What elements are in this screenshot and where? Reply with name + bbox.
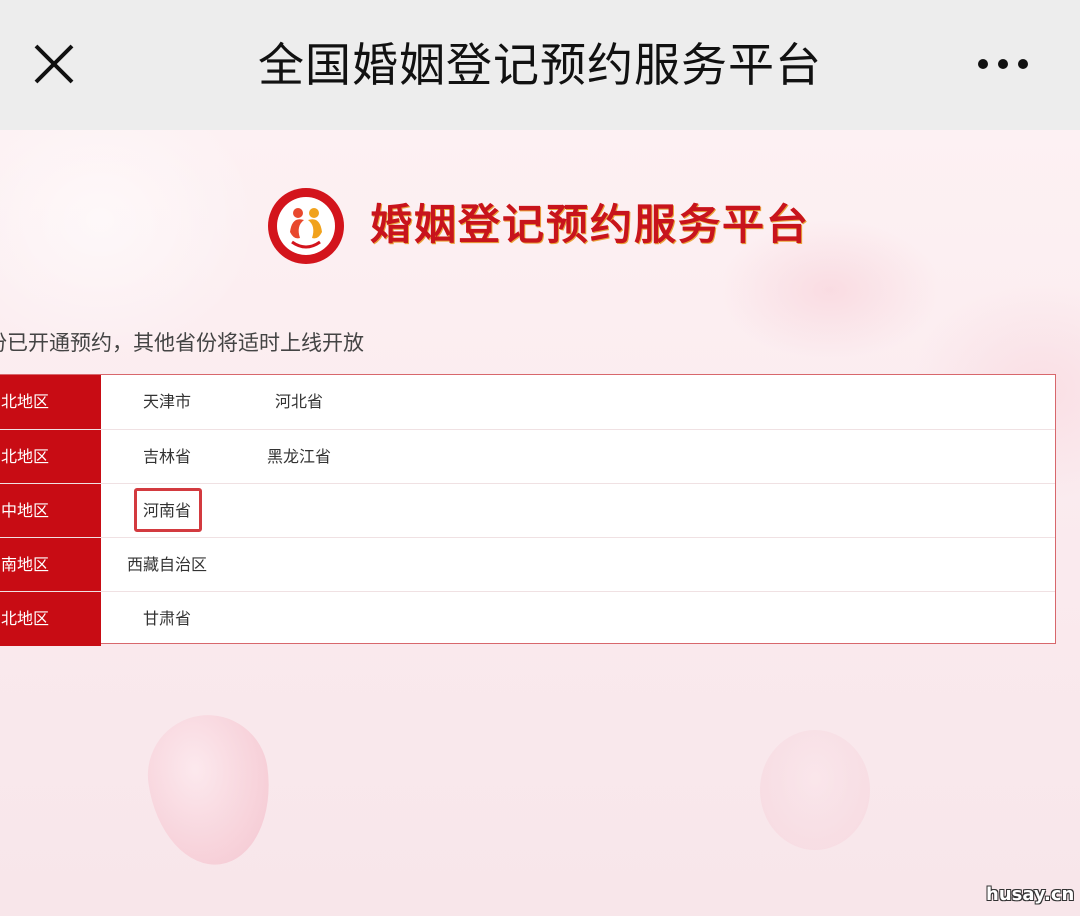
table-row: 北地区 吉林省 黑龙江省 (0, 429, 1055, 484)
region-label: 北地区 (0, 592, 101, 646)
highlight-box (134, 488, 202, 532)
decorative-petal (140, 707, 280, 873)
watermark: husay.cn (986, 884, 1075, 905)
page-content: 婚姻登记预约服务平台 份已开通预约，其他省份将适时上线开放 北地区 天津市 河北… (0, 130, 1080, 916)
region-label: 南地区 (0, 538, 101, 592)
province-link[interactable]: 甘肃省 (143, 592, 191, 646)
region-label: 北地区 (0, 375, 101, 429)
province-link[interactable]: 天津市 (143, 375, 191, 429)
more-icon[interactable] (970, 48, 1036, 80)
province-link[interactable]: 西藏自治区 (127, 538, 207, 592)
region-label: 中地区 (0, 484, 101, 538)
decorative-petal (760, 730, 870, 850)
table-row: 南地区 西藏自治区 (0, 537, 1055, 592)
notice-label: 份已开通预约，其他省份将适时上线开放 (0, 331, 364, 355)
region-label: 北地区 (0, 430, 101, 484)
table-row: 北地区 甘肃省 (0, 591, 1055, 646)
marriage-registration-logo (266, 186, 346, 266)
province-link[interactable]: 吉林省 (143, 430, 191, 484)
province-link[interactable]: 黑龙江省 (267, 430, 331, 484)
top-bar: 全国婚姻登记预约服务平台 (0, 0, 1080, 130)
table-row: 北地区 天津市 河北省 (0, 375, 1055, 429)
province-link[interactable]: 河北省 (275, 375, 323, 429)
brand-title: 婚姻登记预约服务平台 (370, 200, 811, 249)
page-title: 全国婚姻登记预约服务平台 (258, 38, 822, 92)
